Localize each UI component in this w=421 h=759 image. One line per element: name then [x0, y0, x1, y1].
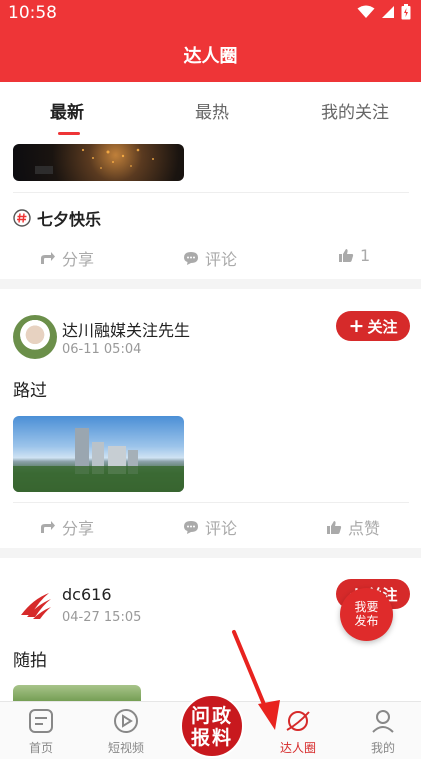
nav-home[interactable]: 首页 [6, 708, 76, 756]
avatar[interactable] [13, 583, 57, 627]
post-separator [0, 279, 421, 289]
nav-mine-label: 我的 [370, 741, 395, 755]
tab-latest[interactable]: 最新 [50, 98, 84, 123]
report-center-button[interactable]: 问政 报料 [180, 694, 244, 758]
nav-short-video-label: 短视频 [107, 741, 144, 755]
report-line2: 报料 [190, 727, 233, 749]
like-count: 1 [360, 246, 371, 265]
comment-icon [184, 520, 198, 534]
post-separator [0, 548, 421, 558]
post-actions: 分享 评论 点赞 [0, 511, 421, 541]
publish-line2: 发布 [354, 614, 379, 628]
plus-icon: + [348, 314, 365, 337]
report-line1: 问政 [190, 705, 233, 727]
tab-hottest[interactable]: 最热 [195, 98, 229, 123]
nav-short-video[interactable]: 短视频 [91, 708, 161, 756]
topic-label: 七夕快乐 [37, 210, 102, 229]
share-icon [41, 521, 55, 533]
post-topic[interactable]: 七夕快乐 [13, 206, 101, 230]
nav-talent-circle-label: 达人圈 [279, 741, 316, 755]
nav-talent-circle[interactable]: 达人圈 [263, 708, 333, 756]
signal-icon [382, 6, 394, 18]
battery-icon [401, 4, 411, 20]
planet-icon [286, 711, 310, 731]
tab-bar: 最新 最热 我的关注 [0, 82, 421, 138]
wifi-icon [357, 5, 375, 18]
like-button[interactable]: 点赞 [326, 515, 380, 539]
avatar[interactable] [13, 315, 57, 359]
publish-line1: 我要 [354, 600, 379, 614]
status-bar: 10:58 [0, 0, 421, 26]
post-text: 随拍 [13, 651, 47, 671]
post-image[interactable] [13, 416, 184, 492]
hashtag-icon [13, 209, 31, 227]
post-actions: 分享 评论 1 [0, 242, 421, 272]
share-button[interactable]: 分享 [40, 246, 94, 270]
nav-mine[interactable]: 我的 [348, 708, 418, 756]
page-title: 达人圈 [183, 46, 238, 67]
comment-label: 评论 [205, 250, 238, 269]
comment-label: 评论 [205, 519, 238, 538]
status-time: 10:58 [8, 3, 57, 23]
play-circle-icon [114, 709, 138, 733]
comment-button[interactable]: 评论 [183, 246, 237, 270]
post-text: 路过 [13, 381, 47, 401]
app-screen: 10:58 达人圈 最新 最热 我的关注 七夕快乐 分享 评论 1 达川融媒关注… [0, 0, 421, 759]
post-time: 06-11 05:04 [62, 342, 142, 357]
brand-logo-icon [21, 593, 51, 619]
share-label: 分享 [62, 519, 95, 538]
like-button[interactable]: 1 [338, 246, 370, 265]
follow-button[interactable]: + 关注 [336, 311, 410, 341]
author-name[interactable]: 达川融媒关注先生 [62, 317, 190, 341]
thumbs-up-icon [327, 520, 342, 534]
post-image[interactable] [13, 144, 184, 181]
divider [13, 502, 409, 503]
comment-button[interactable]: 评论 [183, 515, 237, 539]
status-icons [357, 4, 411, 20]
active-tab-indicator [58, 132, 80, 135]
publish-float-button[interactable]: 我要 发布 [340, 588, 393, 641]
tab-my-follows[interactable]: 我的关注 [321, 98, 389, 123]
share-button[interactable]: 分享 [40, 515, 94, 539]
follow-label: 关注 [367, 317, 398, 336]
like-label: 点赞 [348, 519, 381, 538]
author-name[interactable]: dc616 [62, 585, 112, 604]
share-icon [41, 252, 55, 264]
post-image[interactable] [13, 685, 141, 701]
divider [13, 192, 409, 193]
comment-icon [184, 251, 198, 265]
person-icon [372, 710, 394, 733]
home-doc-icon [29, 709, 53, 733]
thumbs-up-icon [339, 249, 354, 262]
nav-home-label: 首页 [28, 741, 53, 755]
app-header: 达人圈 [0, 26, 421, 82]
share-label: 分享 [62, 250, 95, 269]
post-time: 04-27 15:05 [62, 610, 142, 625]
